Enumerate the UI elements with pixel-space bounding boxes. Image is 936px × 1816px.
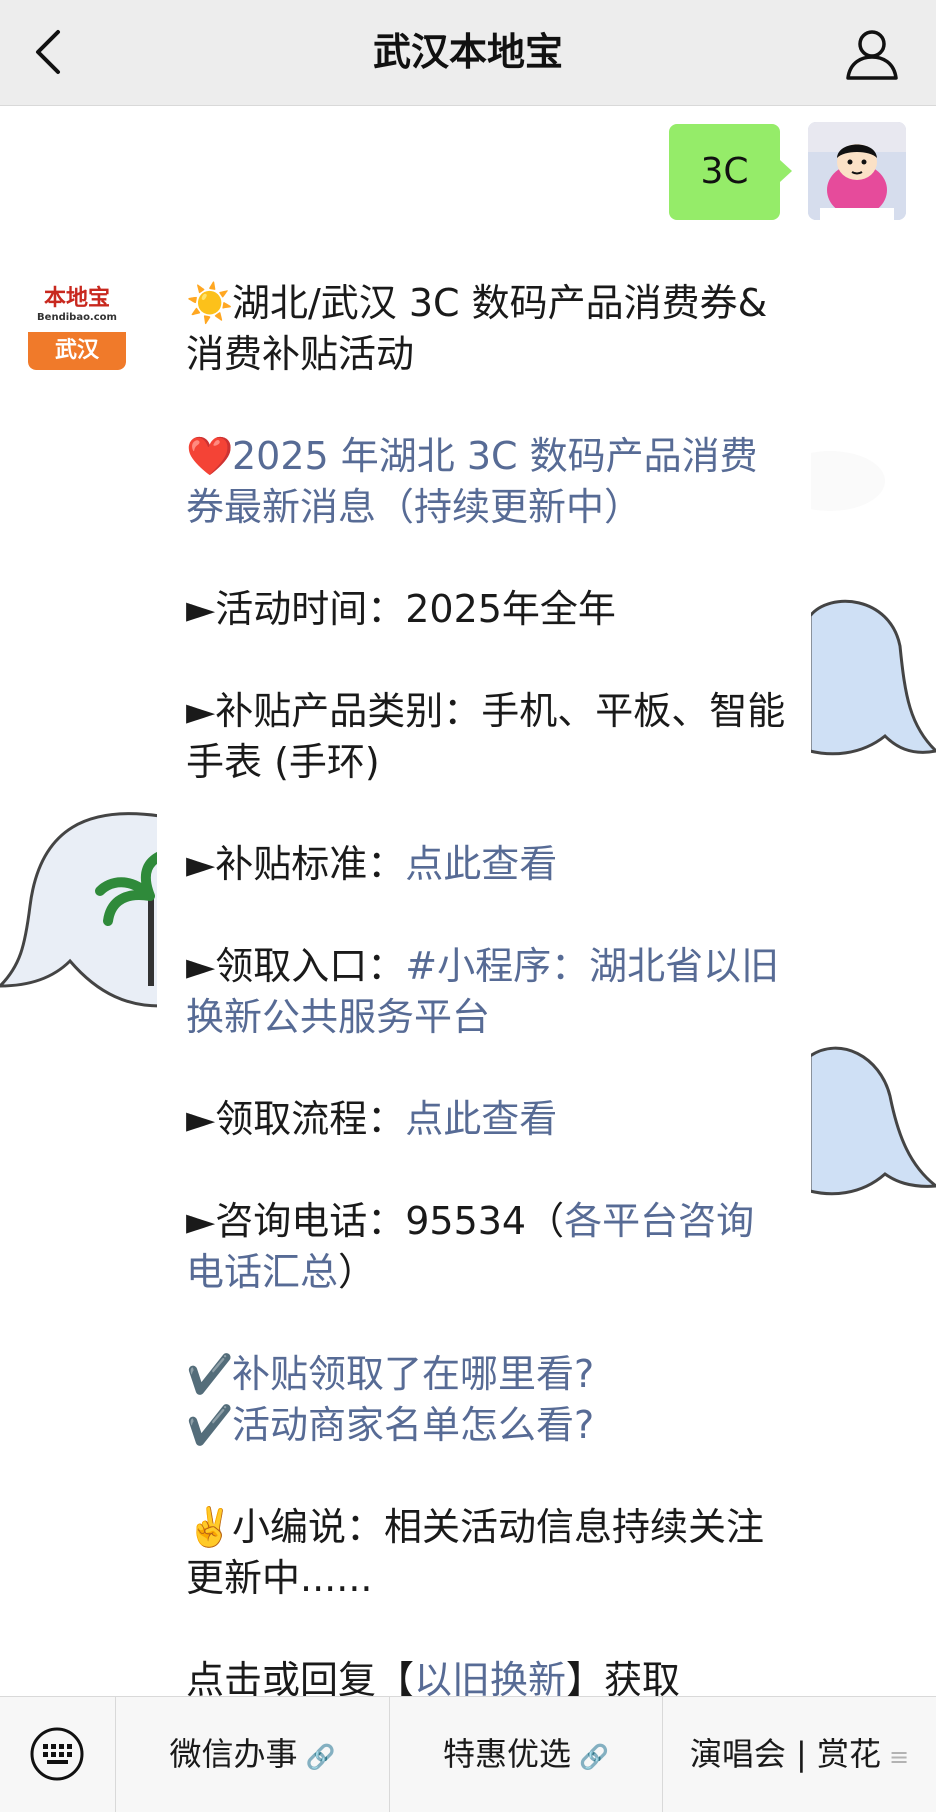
top-nav-bar: 武汉本地宝 — [0, 0, 936, 106]
page-title: 武汉本地宝 — [372, 30, 563, 74]
entry-line: ►领取入口：#小程序：湖北省以旧换新公共服务平台 — [186, 944, 780, 1039]
background-sticker-right-bottom — [808, 1046, 936, 1196]
victory-hand-icon: ✌️ — [186, 1505, 234, 1549]
faq-line: ✔️补贴领取了在哪里看? — [186, 1349, 786, 1400]
faq-line: ✔️活动商家名单怎么看? — [186, 1400, 786, 1451]
link-icon: 🔗 — [579, 1743, 609, 1771]
message-line: ❤️2025 年湖北 3C 数码产品消费券最新消息（持续更新中） — [186, 431, 786, 533]
link-icon: 🔗 — [305, 1743, 336, 1771]
chat-area[interactable]: 3C 本地宝 Bendibao.com 武汉 ☀️湖北/武汉 3C 数码产品消费… — [0, 106, 936, 1696]
menu-item-special-offers[interactable]: 特惠优选 🔗 — [390, 1697, 663, 1812]
menu-item-wechat-services[interactable]: 微信办事 🔗 — [116, 1697, 390, 1812]
merchant-list-link[interactable]: 活动商家名单怎么看? — [232, 1403, 594, 1447]
activity-time-line: ►活动时间：2025年全年 — [186, 587, 616, 631]
menu-lines-icon: ≡ — [889, 1743, 910, 1771]
trade-in-link[interactable]: 以旧换新 — [414, 1658, 566, 1696]
subsidy-standard-link[interactable]: 点此查看 — [405, 842, 557, 886]
hotline-line: ►咨询电话：95534（各平台咨询电话汇总） — [186, 1199, 755, 1294]
process-link[interactable]: 点此查看 — [405, 1097, 557, 1141]
heart-icon: ❤️ — [186, 434, 234, 478]
check-icon: ✔️ — [186, 1352, 234, 1396]
keyboard-toggle-button[interactable] — [0, 1697, 116, 1812]
editor-note-line: ✌️小编说：相关活动信息持续关注更新中...... — [186, 1502, 786, 1604]
bot-message-text: ☀️湖北/武汉 3C 数码产品消费券&消费补贴活动 ❤️2025 年湖北 3C … — [186, 278, 786, 1696]
person-icon[interactable] — [844, 26, 900, 82]
menu-item-concerts-flowers[interactable]: 演唱会 | 赏花 ≡ — [663, 1697, 936, 1812]
message-line: ☀️湖北/武汉 3C 数码产品消费券&消费补贴活动 — [186, 278, 786, 380]
background-sticker-right-top — [808, 599, 936, 756]
product-category-line: ►补贴产品类别：手机、平板、智能手表 (手环) — [186, 689, 786, 784]
latest-news-link[interactable]: 2025 年湖北 3C 数码产品消费券最新消息（持续更新中） — [186, 434, 758, 529]
sun-icon: ☀️ — [186, 281, 234, 325]
user-avatar[interactable] — [808, 122, 906, 220]
subsidy-where-link[interactable]: 补贴领取了在哪里看? — [232, 1352, 594, 1396]
check-icon: ✔️ — [186, 1403, 234, 1447]
process-line: ►领取流程：点此查看 — [186, 1097, 558, 1141]
bendibao-logo-city: 武汉 — [28, 332, 126, 370]
bendibao-logo-text: 本地宝 — [43, 286, 110, 311]
subsidy-standard-line: ►补贴标准：点此查看 — [186, 842, 558, 886]
user-message-bubble[interactable]: 3C — [669, 124, 792, 220]
bendibao-logo-domain: Bendibao.com — [37, 312, 117, 323]
reply-hint-line: 点击或回复【以旧换新】获取 — [186, 1655, 786, 1696]
bot-avatar[interactable]: 本地宝 Bendibao.com 武汉 — [28, 272, 126, 370]
bottom-menu-bar: 微信办事 🔗 特惠优选 🔗 演唱会 | 赏花 ≡ — [0, 1696, 936, 1812]
cartoon-avatar-icon — [808, 122, 906, 220]
background-sticker-left — [0, 812, 160, 1008]
keyboard-icon — [30, 1727, 84, 1781]
